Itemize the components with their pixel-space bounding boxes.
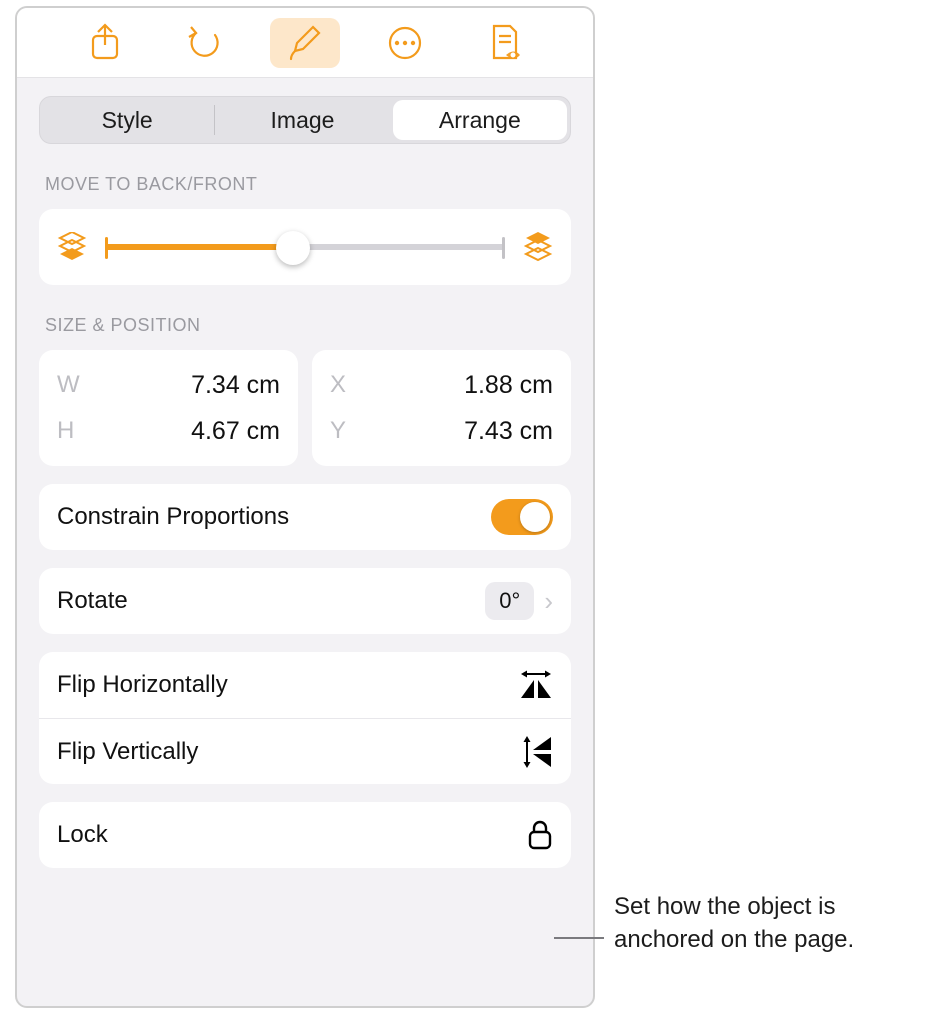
undo-icon: [185, 23, 225, 63]
format-inspector-panel: Style Image Arrange MOVE TO BACK/FRONT S…: [15, 6, 595, 1008]
y-key: Y: [330, 417, 360, 445]
layer-order-title: MOVE TO BACK/FRONT: [17, 144, 593, 205]
callout-text: Set how the object is anchored on the pa…: [604, 890, 934, 956]
send-to-back-icon[interactable]: [57, 232, 87, 262]
tab-arrange-label: Arrange: [439, 107, 521, 134]
format-tabs: Style Image Arrange: [39, 96, 571, 144]
top-toolbar: [17, 8, 593, 78]
flip-vertical-icon: [523, 735, 553, 769]
height-key: H: [57, 417, 87, 445]
slider-knob[interactable]: [276, 231, 310, 265]
more-icon: [385, 23, 425, 63]
width-key: W: [57, 371, 87, 399]
x-key: X: [330, 371, 360, 399]
tab-image-label: Image: [271, 107, 335, 134]
undo-button[interactable]: [170, 18, 240, 68]
help-callout: Set how the object is anchored on the pa…: [604, 890, 934, 956]
flip-horizontal-row[interactable]: Flip Horizontally: [39, 652, 571, 718]
document-icon: [486, 22, 524, 64]
tab-style[interactable]: Style: [40, 97, 214, 143]
tab-image[interactable]: Image: [215, 97, 389, 143]
lock-label: Lock: [57, 821, 108, 849]
layer-order-slider[interactable]: [105, 229, 505, 265]
rotate-row[interactable]: Rotate 0° ›: [39, 568, 571, 634]
callout-leader-line: [554, 937, 604, 939]
x-value: 1.88 cm: [464, 371, 553, 400]
share-button[interactable]: [70, 18, 140, 68]
chevron-right-icon: ›: [544, 586, 553, 617]
constrain-proportions-row: Constrain Proportions: [39, 484, 571, 550]
more-button[interactable]: [370, 18, 440, 68]
rotate-label: Rotate: [57, 587, 128, 615]
x-y-box[interactable]: X 1.88 cm Y 7.43 cm: [312, 350, 571, 466]
size-position-grid: W 7.34 cm H 4.67 cm X 1.88 cm Y 7.43 cm: [39, 350, 571, 466]
size-position-title: SIZE & POSITION: [17, 285, 593, 346]
brush-icon: [285, 23, 325, 63]
format-brush-button[interactable]: [270, 18, 340, 68]
width-value: 7.34 cm: [191, 371, 280, 400]
tab-style-label: Style: [102, 107, 153, 134]
constrain-label: Constrain Proportions: [57, 503, 289, 531]
flip-horizontal-icon: [519, 670, 553, 700]
height-value: 4.67 cm: [191, 417, 280, 446]
layer-order-card: [39, 209, 571, 285]
lock-icon: [527, 819, 553, 851]
document-options-button[interactable]: [470, 18, 540, 68]
y-value: 7.43 cm: [464, 417, 553, 446]
share-icon: [88, 23, 122, 63]
bring-to-front-icon[interactable]: [523, 232, 553, 262]
flip-v-label: Flip Vertically: [57, 738, 198, 766]
lock-row[interactable]: Lock: [39, 802, 571, 868]
flip-h-label: Flip Horizontally: [57, 671, 228, 699]
flip-vertical-row[interactable]: Flip Vertically: [39, 718, 571, 784]
width-height-box[interactable]: W 7.34 cm H 4.67 cm: [39, 350, 298, 466]
flip-card: Flip Horizontally Flip Vertically: [39, 652, 571, 784]
constrain-toggle[interactable]: [491, 499, 553, 535]
rotate-value: 0°: [485, 582, 534, 620]
tab-arrange[interactable]: Arrange: [393, 100, 567, 140]
